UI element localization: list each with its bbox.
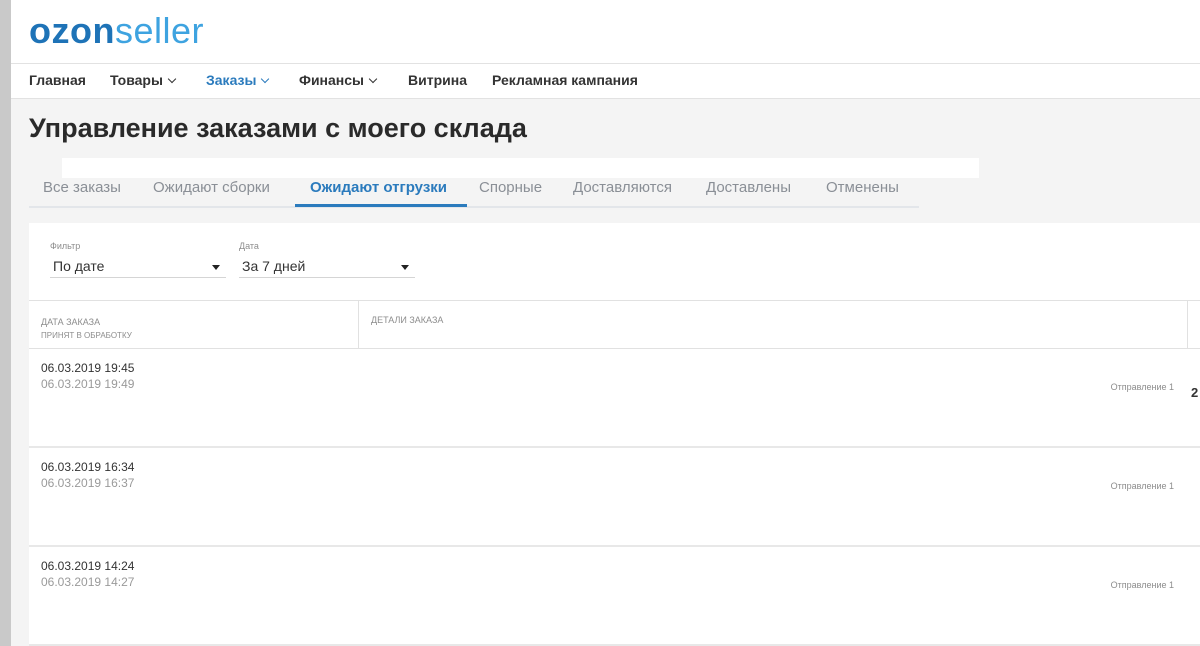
- header-order-date-sub: Принят в обработку: [41, 331, 132, 340]
- logo-ozon: ozon: [29, 10, 115, 51]
- nav-item-label: Товары: [110, 72, 163, 88]
- chevron-down-icon: [261, 74, 270, 84]
- processed-date: 06.03.2019 14:27: [41, 575, 135, 589]
- nav-item-orders[interactable]: Заказы: [206, 72, 270, 88]
- orders-table: Дата заказа Принят в обработку Детали за…: [29, 300, 1200, 646]
- nav-item-showcase[interactable]: Витрина: [408, 72, 467, 88]
- ozon-seller-logo[interactable]: ozonseller: [29, 10, 204, 52]
- filter-select[interactable]: По дате: [50, 253, 226, 278]
- date-value: За 7 дней: [242, 258, 306, 274]
- nav-item-finance[interactable]: Финансы: [299, 72, 378, 88]
- nav-item-label: Финансы: [299, 72, 364, 88]
- table-row[interactable]: 06.03.2019 16:34 06.03.2019 16:37 Отправ…: [29, 448, 1200, 547]
- table-header: Дата заказа Принят в обработку Детали за…: [29, 301, 1200, 349]
- date-label: Дата: [239, 241, 259, 251]
- filter-panel: Фильтр По дате Дата За 7 дней: [29, 223, 1200, 300]
- filter-label: Фильтр: [50, 241, 81, 251]
- caret-down-icon: [401, 265, 409, 270]
- logo-seller: seller: [114, 10, 205, 51]
- header-order-details: Детали заказа: [371, 315, 444, 325]
- order-date: 06.03.2019 19:45: [41, 361, 135, 375]
- header-order-date: Дата заказа Принят в обработку: [41, 315, 132, 343]
- shipment-label: Отправление 1: [1110, 481, 1174, 491]
- order-date: 06.03.2019 14:24: [41, 559, 135, 573]
- main-nav: Главная Товары Заказы Финансы Витрина Ре…: [11, 63, 1200, 99]
- active-tab-indicator: [295, 204, 467, 207]
- page-title: Управление заказами с моего склада: [29, 113, 527, 143]
- tab-awaiting-assembly[interactable]: Ожидают сборки: [153, 179, 270, 196]
- header-order-date-label: Дата заказа: [41, 317, 101, 327]
- order-status-tabs: Все заказы Ожидают сборки Ожидают отгруз…: [29, 172, 919, 208]
- window-edge: [0, 0, 11, 646]
- nav-item-ad-campaign[interactable]: Рекламная кампания: [492, 72, 638, 88]
- caret-down-icon: [212, 265, 220, 270]
- logo-bar: ozonseller: [11, 0, 1200, 63]
- shipment-label: Отправление 1: [1110, 580, 1174, 590]
- tab-disputed[interactable]: Спорные: [479, 179, 542, 196]
- column-divider: [358, 301, 359, 349]
- app-window: ozonseller Главная Товары Заказы Финансы…: [11, 0, 1200, 646]
- tab-delivered[interactable]: Доставлены: [706, 179, 791, 196]
- filter-value: По дате: [53, 258, 105, 274]
- tab-in-delivery[interactable]: Доставляются: [573, 179, 672, 196]
- order-date: 06.03.2019 16:34: [41, 460, 135, 474]
- nav-item-label: Главная: [29, 72, 86, 88]
- date-select[interactable]: За 7 дней: [239, 253, 415, 278]
- shipment-label: Отправление 1: [1110, 382, 1174, 392]
- chevron-down-icon: [167, 74, 177, 84]
- tab-all-orders[interactable]: Все заказы: [43, 179, 121, 196]
- nav-item-label: Заказы: [206, 72, 257, 88]
- nav-item-products[interactable]: Товары: [110, 72, 177, 88]
- table-row[interactable]: 06.03.2019 19:45 06.03.2019 19:49 Отправ…: [29, 349, 1200, 448]
- nav-item-label: Рекламная кампания: [492, 72, 638, 88]
- processed-date: 06.03.2019 16:37: [41, 476, 135, 490]
- nav-item-home[interactable]: Главная: [29, 72, 86, 88]
- nav-item-label: Витрина: [408, 72, 467, 88]
- processed-date: 06.03.2019 19:49: [41, 377, 135, 391]
- tab-cancelled[interactable]: Отменены: [826, 179, 899, 196]
- column-divider: [1187, 301, 1188, 349]
- table-row[interactable]: 06.03.2019 14:24 06.03.2019 14:27 Отправ…: [29, 547, 1200, 646]
- chevron-down-icon: [368, 74, 378, 84]
- cropped-value: 2: [1191, 385, 1199, 400]
- tab-awaiting-shipment[interactable]: Ожидают отгрузки: [310, 179, 447, 196]
